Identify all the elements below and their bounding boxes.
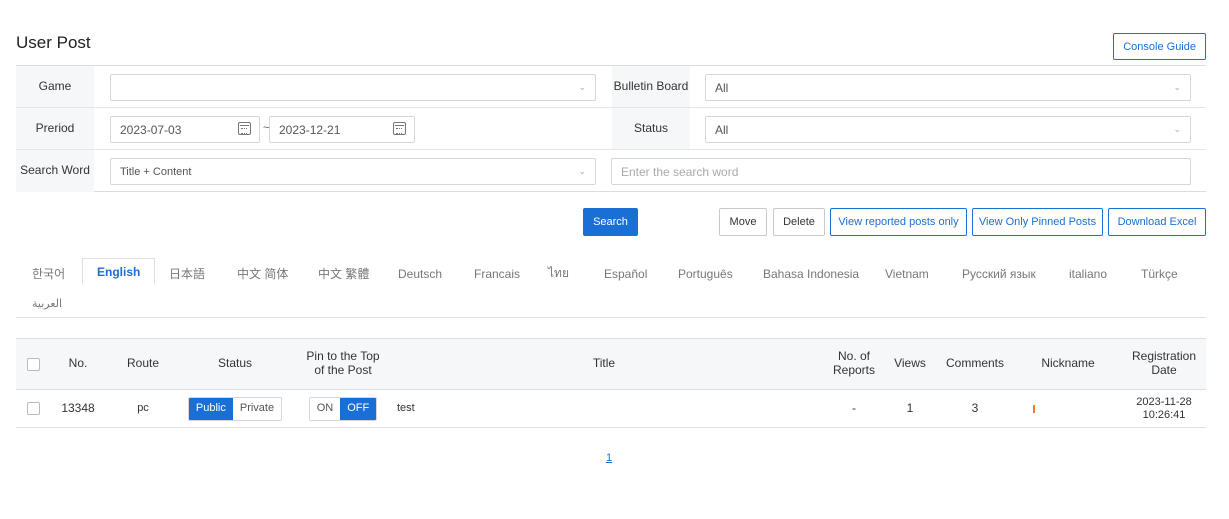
- search-placeholder: Enter the search word: [621, 164, 739, 179]
- tab-lang-de[interactable]: Deutsch: [398, 260, 442, 287]
- bulletin-board-value: All: [715, 80, 729, 95]
- table-row: 13348 pc Public Private ON OFF test - 1 …: [16, 390, 1206, 428]
- tab-lang-ar[interactable]: العربية: [32, 290, 62, 317]
- chevron-down-icon: ⌄: [1173, 82, 1181, 92]
- table-header: No. Route Status Pin to the Top of the P…: [16, 338, 1206, 390]
- cell-status: Public Private: [180, 390, 290, 427]
- download-excel-button[interactable]: Download Excel: [1108, 208, 1206, 236]
- row-checkbox-cell: [16, 390, 50, 427]
- language-tabs: 한국어 English 日本語 中文 简体 中文 繁體 Deutsch Fran…: [16, 257, 1206, 318]
- search-type-select[interactable]: Title + Content ⌄: [110, 158, 596, 185]
- tab-lang-zh-cn[interactable]: 中文 简体: [237, 260, 288, 287]
- tab-lang-en[interactable]: English: [82, 258, 156, 285]
- game-label: Game: [16, 66, 94, 107]
- period-start-value: 2023-07-03: [120, 122, 182, 137]
- search-button[interactable]: Search: [583, 208, 638, 236]
- status-private-option[interactable]: Private: [232, 397, 282, 420]
- search-word-label: Search Word: [16, 150, 94, 192]
- status-value: All: [715, 122, 729, 137]
- bulletin-board-select[interactable]: All ⌄: [705, 74, 1191, 101]
- nickname-flag-icon: [1033, 404, 1035, 413]
- cell-no: 13348: [61, 400, 95, 415]
- calendar-icon[interactable]: [238, 122, 251, 135]
- period-start-input[interactable]: 2023-07-03: [110, 116, 260, 143]
- view-pinned-button[interactable]: View Only Pinned Posts: [972, 208, 1103, 236]
- chevron-down-icon: ⌄: [578, 166, 586, 176]
- tab-lang-ko[interactable]: 한국어: [32, 260, 65, 287]
- tab-lang-id[interactable]: Bahasa Indonesia: [763, 260, 859, 287]
- period-label: Preriod: [16, 108, 94, 149]
- tab-lang-pt[interactable]: Português: [678, 260, 733, 287]
- pin-toggle: ON OFF: [308, 396, 378, 421]
- pin-off-option[interactable]: OFF: [340, 397, 377, 420]
- filter-row-search: Search Word Title + Content ⌄ Enter the …: [16, 150, 1206, 192]
- select-all-checkbox[interactable]: [26, 357, 40, 371]
- header-reports: No. of Reports: [832, 349, 876, 377]
- delete-button[interactable]: Delete: [773, 208, 825, 236]
- filter-row-game: Game ⌄ Bulletin Board All ⌄: [16, 66, 1206, 108]
- cell-pin: ON OFF: [302, 390, 384, 427]
- tab-lang-ja[interactable]: 日本語: [169, 260, 205, 287]
- cell-date: 2023-11-28 10:26:41: [1136, 395, 1192, 421]
- tab-lang-ru[interactable]: Русский язык: [962, 260, 1036, 287]
- status-label: Status: [612, 108, 690, 149]
- filter-panel: Game ⌄ Bulletin Board All ⌄ Preriod 2023…: [16, 65, 1206, 192]
- search-type-value: Title + Content: [120, 165, 192, 178]
- cell-reports: -: [852, 400, 856, 415]
- period-end-input[interactable]: 2023-12-21: [269, 116, 415, 143]
- cell-nickname[interactable]: [1014, 390, 1054, 427]
- move-button[interactable]: Move: [719, 208, 767, 236]
- status-select[interactable]: All ⌄: [705, 116, 1191, 143]
- search-input[interactable]: Enter the search word: [611, 158, 1191, 185]
- header-comments: Comments: [945, 356, 1004, 371]
- filter-row-period: Preriod 2023-07-03 ~ 2023-12-21 Status A…: [16, 108, 1206, 150]
- game-select[interactable]: ⌄: [110, 74, 596, 101]
- tab-lang-zh-tw[interactable]: 中文 繁體: [318, 260, 369, 287]
- cell-title[interactable]: test: [397, 390, 697, 427]
- header-nickname: Nickname: [1041, 356, 1095, 371]
- chevron-down-icon: ⌄: [578, 82, 586, 92]
- status-public-option[interactable]: Public: [188, 397, 233, 420]
- cell-views: 1: [906, 400, 914, 415]
- cell-route: pc: [137, 402, 149, 415]
- header-route: Route: [126, 356, 160, 371]
- header-pin: Pin to the Top of the Post: [306, 349, 380, 377]
- header-checkbox-cell: [16, 339, 50, 389]
- pin-on-option[interactable]: ON: [309, 397, 341, 420]
- tab-lang-tr[interactable]: Türkçe: [1141, 260, 1178, 287]
- header-no: No.: [68, 356, 88, 371]
- row-checkbox[interactable]: [26, 402, 40, 415]
- status-toggle: Public Private: [187, 396, 283, 421]
- view-reported-button[interactable]: View reported posts only: [830, 208, 967, 236]
- header-views: Views: [894, 356, 926, 371]
- tab-lang-fr[interactable]: Francais: [474, 260, 520, 287]
- header-status: Status: [217, 356, 253, 371]
- page-title: User Post: [16, 33, 91, 52]
- pagination-page-1[interactable]: 1: [606, 452, 612, 464]
- calendar-icon[interactable]: [393, 122, 406, 135]
- tab-lang-th[interactable]: ไทย: [548, 260, 569, 287]
- chevron-down-icon: ⌄: [1173, 124, 1181, 134]
- tab-lang-it[interactable]: italiano: [1069, 260, 1107, 287]
- console-guide-button[interactable]: Console Guide: [1113, 33, 1206, 60]
- tab-lang-es[interactable]: Español: [604, 260, 647, 287]
- bulletin-board-label: Bulletin Board: [612, 66, 690, 107]
- period-end-value: 2023-12-21: [279, 122, 341, 137]
- header-title: Title: [592, 356, 616, 371]
- tab-lang-vi[interactable]: Vietnam: [885, 260, 929, 287]
- cell-comments: 3: [971, 400, 979, 415]
- header-date: Registration Date: [1131, 349, 1197, 377]
